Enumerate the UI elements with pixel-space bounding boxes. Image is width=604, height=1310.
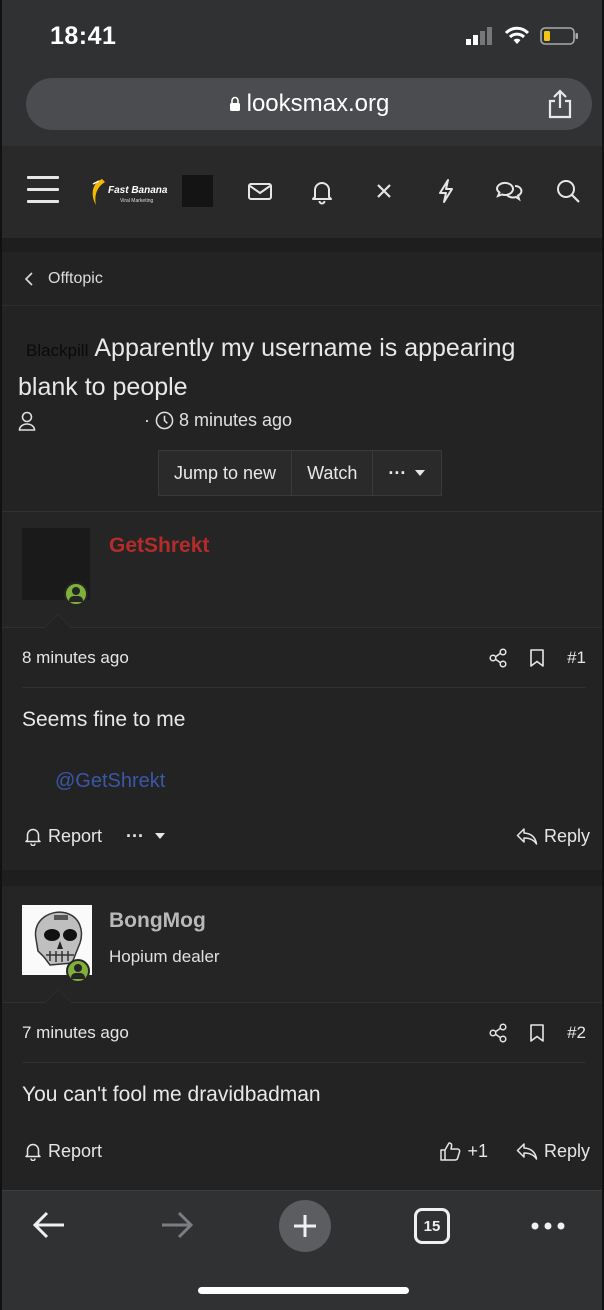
tabs-icon[interactable]: 15 [414, 1208, 450, 1244]
post-2: BongMog Hopium dealer 7 minutes ago #2 Y… [2, 887, 602, 1107]
status-time: 18:41 [50, 22, 117, 50]
bookmark-icon[interactable] [529, 1023, 545, 1043]
site-logo[interactable]: Fast Banana Viral Marketing [88, 175, 170, 209]
signal-icon [466, 27, 492, 45]
share-icon[interactable] [544, 88, 576, 120]
post-author: BongMog Hopium dealer [2, 887, 602, 1003]
jump-to-new-button[interactable]: Jump to new [159, 451, 293, 495]
home-indicator[interactable] [198, 1287, 409, 1294]
share-icon[interactable] [489, 647, 507, 668]
post-meta: 8 minutes ago #1 [22, 628, 586, 688]
browser-toolbar: looksmax.org [2, 74, 602, 146]
username[interactable]: GetShrekt [109, 534, 209, 558]
watch-button[interactable]: Watch [292, 451, 374, 495]
post-1: GetShrekt 8 minutes ago #1 Seems fine to… [2, 512, 602, 793]
thread-meta: · 8 minutes ago [18, 410, 292, 431]
forward-arrow-icon[interactable] [156, 1205, 196, 1245]
post-more-button[interactable]: ··· [126, 826, 166, 847]
clock-icon [155, 411, 174, 430]
post-number[interactable]: #2 [567, 1023, 586, 1043]
user-icon [18, 411, 36, 431]
menu-icon[interactable] [27, 176, 59, 206]
reply-button[interactable]: Reply [516, 1141, 590, 1162]
user-title: Hopium dealer [109, 947, 220, 966]
search-icon[interactable] [553, 176, 583, 206]
chat-bubbles-icon[interactable] [493, 176, 523, 206]
banana-logo-icon [92, 179, 105, 205]
post-author: GetShrekt [2, 512, 602, 628]
report-button[interactable]: Report [24, 826, 102, 847]
lock-icon [229, 96, 240, 111]
caret-down-icon [155, 833, 166, 839]
logo-subtext: Viral Marketing [120, 198, 154, 204]
url-text: looksmax.org [246, 90, 390, 117]
bell-icon [25, 828, 41, 846]
close-icon[interactable] [369, 176, 399, 206]
user-mention[interactable]: @GetShrekt [55, 770, 582, 793]
online-status-icon [64, 582, 88, 606]
post-text: You can't fool me dravidbadman [22, 1083, 321, 1106]
breadcrumb[interactable]: Offtopic [2, 252, 602, 306]
post-date[interactable]: 8 minutes ago [22, 648, 129, 668]
post-meta: 7 minutes ago #2 [22, 1003, 586, 1063]
bookmark-icon[interactable] [529, 648, 545, 668]
share-icon[interactable] [489, 1022, 507, 1043]
bell-icon[interactable] [307, 176, 337, 206]
report-button[interactable]: Report [24, 1141, 102, 1162]
more-icon[interactable] [530, 1211, 566, 1241]
reply-icon [516, 1143, 538, 1160]
battery-icon [540, 27, 578, 45]
more-options-button[interactable]: ··· [373, 451, 441, 495]
chevron-left-icon [24, 271, 33, 286]
like-button[interactable]: +1 [439, 1141, 488, 1162]
thread-title-text: Apparently my username is appearing blan… [18, 334, 516, 401]
thread-title: Blackpill Apparently my username is appea… [18, 330, 578, 405]
reply-button[interactable]: Reply [516, 826, 590, 847]
thread-button-group: Jump to new Watch ··· [158, 450, 443, 496]
post-2-actions: Report +1 Reply [24, 1131, 590, 1171]
wifi-icon [504, 26, 530, 44]
like-icon [440, 1142, 461, 1161]
post-1-actions: Report ··· Reply [24, 816, 590, 856]
username[interactable]: BongMog [109, 909, 206, 933]
lightning-icon[interactable] [431, 176, 461, 206]
reply-icon [516, 828, 538, 845]
envelope-icon[interactable] [245, 176, 275, 206]
online-status-icon [66, 959, 90, 983]
reaction-count: +1 [467, 1140, 488, 1161]
back-arrow-icon[interactable] [30, 1205, 70, 1245]
thread-prefix[interactable]: Blackpill [26, 341, 88, 360]
address-bar[interactable]: looksmax.org [26, 78, 592, 130]
status-bar: 18:41 [2, 0, 602, 74]
breadcrumb-label[interactable]: Offtopic [48, 270, 103, 288]
post-body: Seems fine to me @GetShrekt [2, 688, 602, 793]
post-date[interactable]: 7 minutes ago [22, 1023, 129, 1043]
post-body: You can't fool me dravidbadman [2, 1063, 602, 1107]
post-text: Seems fine to me [22, 708, 186, 731]
logo-placeholder [182, 175, 213, 207]
caret-down-icon [415, 470, 426, 476]
post-number[interactable]: #1 [567, 648, 586, 668]
logo-text: Fast Banana [108, 185, 168, 196]
phone-screen: 18:41 looksmax.org Fast Banana Viral Mar… [0, 0, 604, 1310]
thread-time: 8 minutes ago [179, 410, 293, 430]
new-tab-icon[interactable] [278, 1199, 332, 1253]
site-header: Fast Banana Viral Marketing [2, 146, 602, 238]
bell-icon [25, 1143, 41, 1161]
